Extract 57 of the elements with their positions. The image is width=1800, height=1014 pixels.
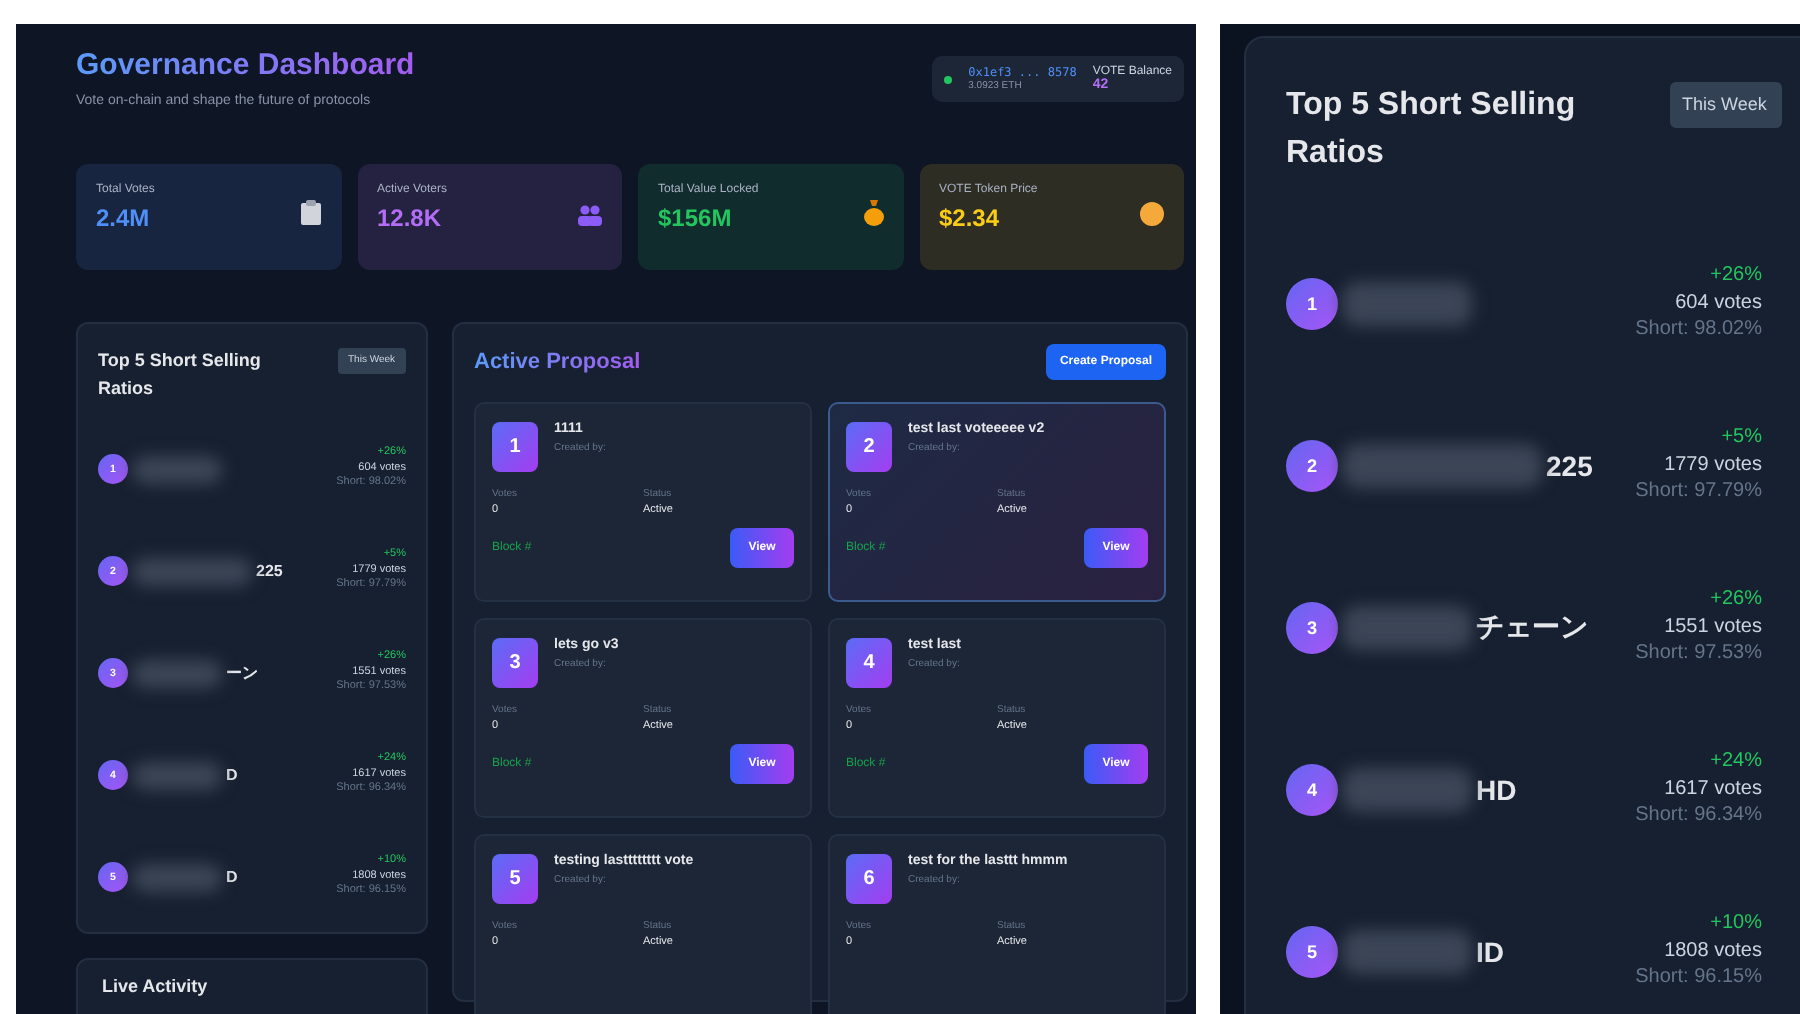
name-text: チェーン — [1476, 609, 1588, 645]
name-text: ーン — [226, 662, 258, 684]
rank-badge: 3 — [1286, 601, 1338, 653]
rank-badge: 1 — [1286, 277, 1338, 329]
blurred-name — [1342, 767, 1472, 811]
proposal-number: 5 — [492, 854, 538, 904]
rank-badge: 2 — [1286, 439, 1338, 491]
change-text: +26% — [1708, 586, 1762, 614]
blurred-name — [1342, 929, 1472, 973]
coin-icon — [1140, 202, 1164, 226]
card-title: Top 5 Short Selling Ratios — [1286, 86, 1578, 174]
change-text: +5% — [1719, 424, 1762, 452]
short-ratio-text: Short: 97.79% — [1635, 478, 1762, 506]
section-title: Active Proposal — [474, 350, 641, 374]
period-selector[interactable]: This Week — [1670, 82, 1782, 128]
status-dot — [944, 75, 953, 83]
money-bag-icon — [863, 200, 883, 226]
name-text: 225 — [1546, 449, 1593, 481]
blurred-name — [132, 761, 222, 789]
blurred-name — [1342, 605, 1472, 649]
rank-badge: 4 — [1286, 763, 1338, 815]
name-text: D — [226, 868, 238, 886]
votes-text: 1617 votes — [1662, 775, 1762, 803]
short-ratio-text: Short: 96.34% — [1635, 802, 1762, 830]
proposal-number: 1 — [492, 422, 538, 472]
blurred-name — [132, 455, 222, 483]
change-text: +24% — [1708, 748, 1762, 776]
short-ratio-text: Short: 96.15% — [1635, 964, 1762, 992]
votes-text: 604 votes — [1673, 289, 1762, 317]
stat-value: $2.34 — [939, 204, 1002, 232]
rank-badge: 5 — [1286, 925, 1338, 977]
name-text: 225 — [256, 562, 283, 580]
proposal-number: 6 — [846, 854, 892, 904]
votes-text: 1808 votes — [1662, 937, 1762, 965]
blurred-name — [132, 659, 222, 687]
proposal-number: 2 — [846, 422, 892, 472]
name-text: HD — [1476, 773, 1517, 805]
short-ratio-text: Short: 98.02% — [1635, 316, 1762, 344]
change-text: +10% — [1708, 910, 1762, 938]
stat-value: $156M — [658, 204, 734, 232]
card-title: Live Activity — [102, 976, 210, 996]
change-text: +26% — [1708, 262, 1762, 290]
proposal-number: 3 — [492, 638, 538, 688]
stat-value: 12.8K — [377, 204, 444, 232]
votes-text: 1779 votes — [1662, 451, 1762, 479]
proposal-number: 4 — [846, 638, 892, 688]
blurred-name — [1342, 281, 1472, 325]
card-title: Top 5 Short Selling Ratios — [98, 348, 263, 401]
blurred-name — [132, 863, 222, 891]
name-text: D — [226, 766, 238, 784]
blurred-name — [132, 557, 252, 585]
short-ratio-text: Short: 97.53% — [1635, 640, 1762, 668]
stat-value: 2.4M — [96, 204, 152, 232]
name-text: ID — [1476, 935, 1504, 967]
votes-text: 1551 votes — [1662, 613, 1762, 641]
people-icon — [578, 204, 602, 226]
clipboard-icon — [299, 200, 321, 226]
